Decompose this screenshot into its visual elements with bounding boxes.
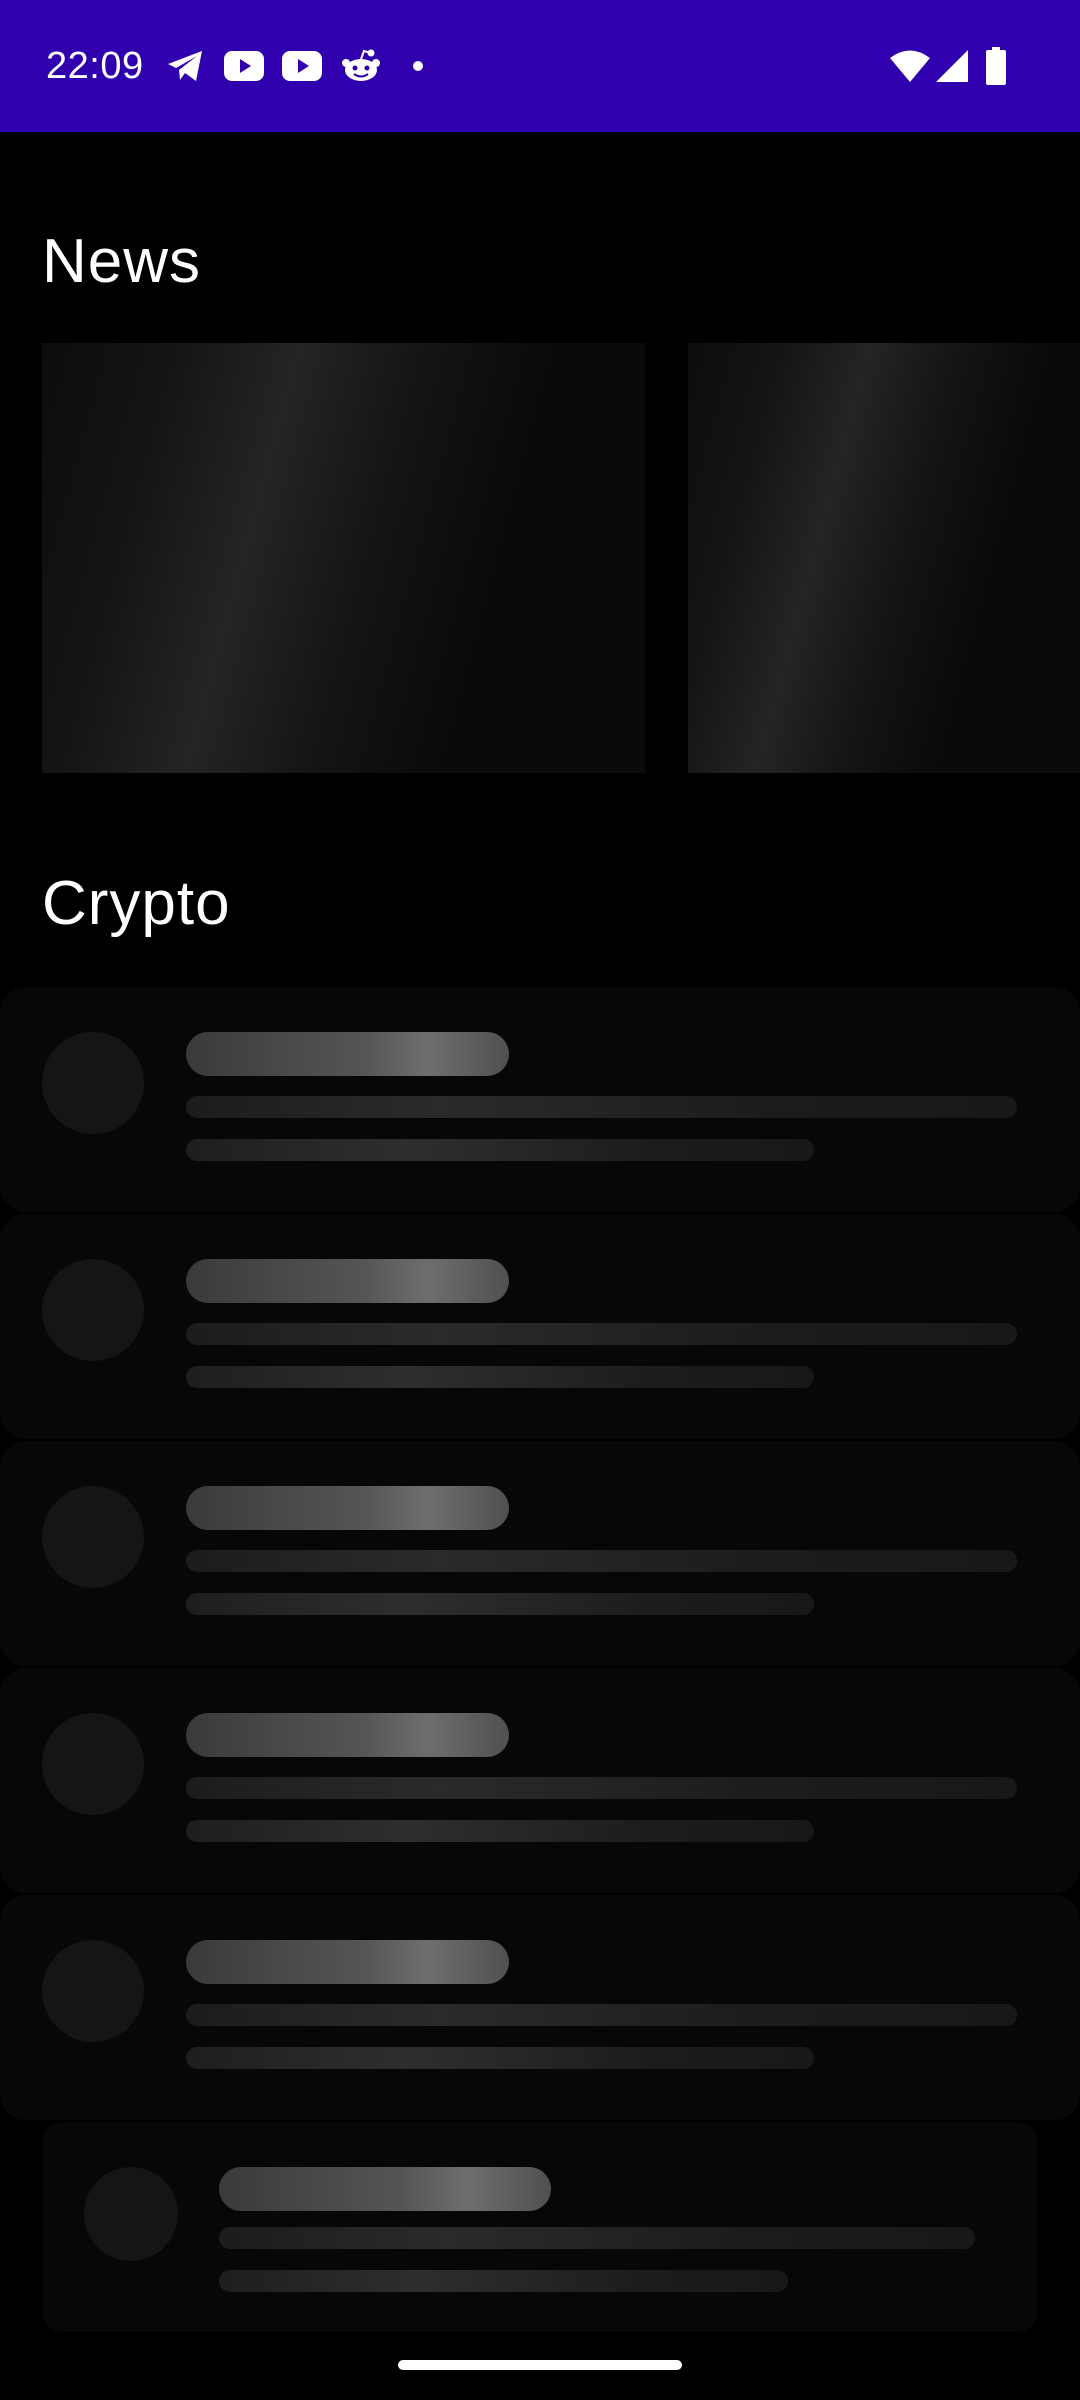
coin-detail-placeholder — [186, 1593, 814, 1615]
coin-detail-placeholder — [186, 1323, 1017, 1345]
coin-name-placeholder — [186, 1713, 509, 1757]
news-card-placeholder[interactable] — [688, 343, 1080, 773]
coin-detail-placeholder — [186, 1820, 814, 1842]
coin-detail-placeholder — [186, 1777, 1017, 1799]
wifi-icon — [889, 44, 931, 88]
crypto-section-title: Crypto — [42, 869, 231, 938]
coin-detail-placeholder — [186, 1366, 814, 1388]
youtube-icon — [282, 44, 322, 88]
coin-name-placeholder — [186, 1032, 509, 1076]
status-bar: 22:09 — [0, 0, 1080, 132]
coin-name-placeholder — [186, 1259, 509, 1303]
crypto-list-item-placeholder[interactable] — [0, 1441, 1080, 1666]
coin-detail-placeholder — [186, 1096, 1017, 1118]
news-section-title: News — [42, 227, 202, 296]
coin-detail-placeholder — [186, 1139, 814, 1161]
news-card-placeholder[interactable] — [42, 343, 645, 773]
battery-icon — [985, 44, 1007, 88]
coin-name-placeholder — [186, 1486, 509, 1530]
reddit-icon — [342, 44, 380, 88]
crypto-list-item-placeholder[interactable] — [0, 1895, 1080, 2120]
coin-detail-placeholder — [186, 2004, 1017, 2026]
coin-avatar-placeholder — [84, 2167, 178, 2261]
crypto-list-item-placeholder[interactable] — [0, 987, 1080, 1212]
coin-detail-placeholder — [219, 2270, 788, 2292]
crypto-list-item-placeholder[interactable] — [0, 1668, 1080, 1893]
coin-detail-placeholder — [186, 2047, 814, 2069]
coin-avatar-placeholder — [42, 1486, 144, 1588]
crypto-list-item-placeholder[interactable] — [42, 2122, 1038, 2332]
status-time: 22:09 — [46, 45, 144, 87]
more-notifications-dot-icon — [412, 44, 424, 88]
coin-avatar-placeholder — [42, 1713, 144, 1815]
telegram-icon — [166, 44, 206, 88]
coin-avatar-placeholder — [42, 1940, 144, 2042]
coin-detail-placeholder — [186, 1550, 1017, 1572]
coin-name-placeholder — [219, 2167, 551, 2211]
coin-avatar-placeholder — [42, 1259, 144, 1361]
coin-name-placeholder — [186, 1940, 509, 1984]
youtube-icon — [224, 44, 264, 88]
coin-avatar-placeholder — [42, 1032, 144, 1134]
home-gesture-bar[interactable] — [398, 2360, 682, 2370]
coin-detail-placeholder — [219, 2227, 975, 2249]
crypto-list-item-placeholder[interactable] — [0, 1214, 1080, 1439]
cellular-signal-icon — [935, 44, 969, 88]
